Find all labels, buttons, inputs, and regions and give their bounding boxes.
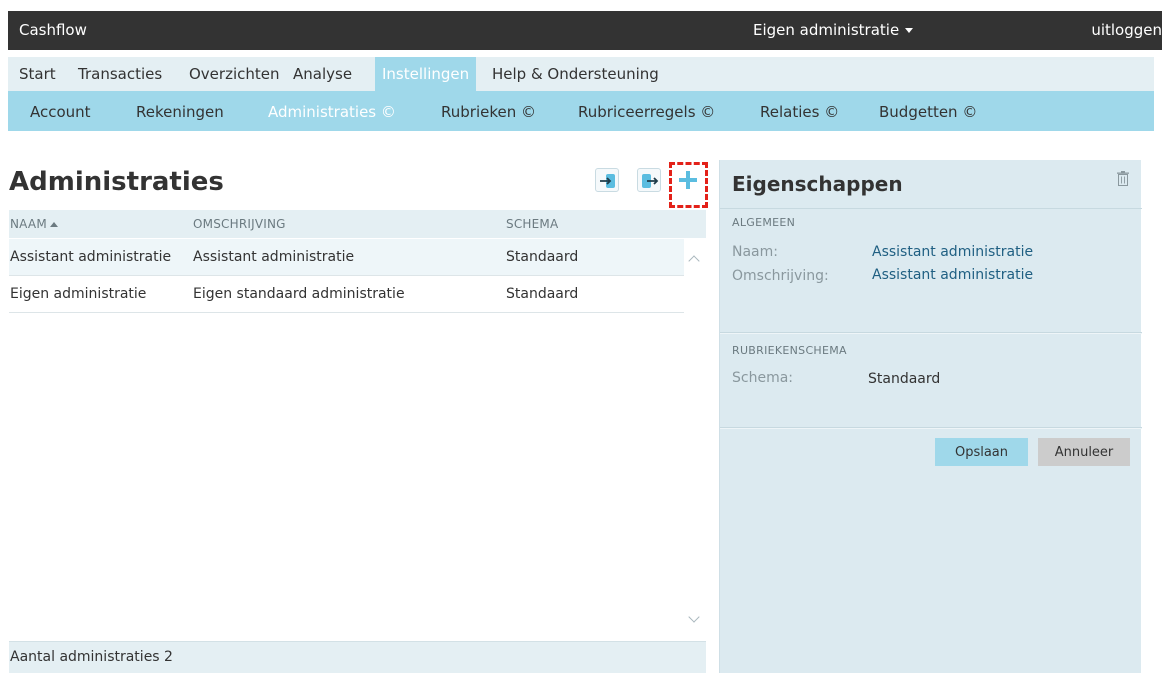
export-icon — [642, 174, 659, 188]
trash-icon[interactable] — [1117, 171, 1129, 186]
column-header-naam-label: NAAM — [10, 217, 47, 231]
section-header-rubriekenschema: RUBRIEKENSCHEMA — [732, 344, 847, 357]
column-header-naam[interactable]: NAAM — [10, 217, 58, 231]
nav-item-analyse[interactable]: Analyse — [293, 57, 352, 91]
value-naam[interactable]: Assistant administratie — [872, 244, 1033, 260]
administration-switcher[interactable]: Eigen administratie — [753, 21, 914, 39]
properties-title: Eigenschappen — [732, 172, 903, 196]
scroll-up-icon[interactable] — [687, 252, 701, 266]
cell-omschrijving: Eigen standaard administratie — [193, 286, 405, 302]
subnav-item-rekeningen[interactable]: Rekeningen — [136, 103, 224, 121]
nav-item-overzichten[interactable]: Overzichten — [189, 57, 280, 91]
logout-link[interactable]: uitloggen — [1091, 21, 1162, 39]
cell-schema: Standaard — [506, 286, 579, 302]
value-schema[interactable]: Standaard — [868, 371, 940, 387]
main-navigation: Start Transacties Overzichten Analyse In… — [8, 57, 1154, 91]
app-title: Cashflow — [19, 21, 87, 39]
label-omschrijving: Omschrijving: — [732, 268, 829, 284]
add-administration-button[interactable] — [679, 171, 697, 189]
properties-panel: Eigenschappen ALGEMEEN Naam: Assistant a… — [719, 160, 1142, 673]
subnav-item-administraties[interactable]: Administraties © — [268, 103, 396, 121]
administration-switcher-label: Eigen administratie — [753, 21, 900, 39]
cell-omschrijving: Assistant administratie — [193, 249, 355, 265]
sort-ascending-icon — [49, 222, 58, 227]
label-schema: Schema: — [732, 370, 794, 386]
table-row[interactable]: Assistant administratie Assistant admini… — [9, 239, 684, 276]
cell-schema: Standaard — [506, 249, 579, 265]
table-header: NAAM OMSCHRIJVING SCHEMA — [9, 210, 706, 238]
subnav-item-budgetten[interactable]: Budgetten © — [879, 103, 977, 121]
column-header-schema[interactable]: SCHEMA — [506, 217, 558, 231]
cell-naam: Eigen administratie — [10, 286, 147, 302]
subnav-item-rubrieken[interactable]: Rubrieken © — [441, 103, 536, 121]
column-header-omschrijving[interactable]: OMSCHRIJVING — [193, 217, 286, 231]
divider — [720, 428, 1142, 429]
table-row[interactable]: Eigen administratie Eigen standaard admi… — [9, 276, 684, 313]
save-button[interactable]: Opslaan — [935, 438, 1028, 466]
import-button[interactable] — [595, 168, 619, 192]
caret-down-icon — [905, 28, 914, 33]
record-count: Aantal administraties 2 — [10, 649, 173, 665]
sub-navigation: Account Rekeningen Administraties © Rubr… — [8, 91, 1154, 131]
nav-item-start[interactable]: Start — [19, 57, 56, 91]
subnav-item-account[interactable]: Account — [30, 103, 91, 121]
export-button[interactable] — [637, 168, 661, 192]
top-bar: Cashflow Eigen administratie uitloggen — [8, 11, 1162, 50]
import-icon — [600, 174, 615, 188]
cancel-button[interactable]: Annuleer — [1038, 438, 1130, 466]
subnav-item-relaties[interactable]: Relaties © — [760, 103, 839, 121]
divider — [720, 208, 1142, 209]
nav-item-instellingen[interactable]: Instellingen — [375, 57, 477, 91]
nav-item-help[interactable]: Help & Ondersteuning — [492, 57, 659, 91]
divider — [720, 333, 1142, 334]
list-footer: Aantal administraties 2 — [9, 641, 706, 673]
label-naam: Naam: — [732, 244, 778, 260]
page-title: Administraties — [9, 167, 224, 197]
nav-item-transacties[interactable]: Transacties — [78, 57, 162, 91]
section-header-algemeen: ALGEMEEN — [732, 216, 796, 229]
scroll-down-icon[interactable] — [687, 612, 701, 626]
value-omschrijving[interactable]: Assistant administratie — [872, 267, 1033, 283]
subnav-item-rubriceerregels[interactable]: Rubriceerregels © — [578, 103, 715, 121]
cell-naam: Assistant administratie — [10, 249, 172, 265]
